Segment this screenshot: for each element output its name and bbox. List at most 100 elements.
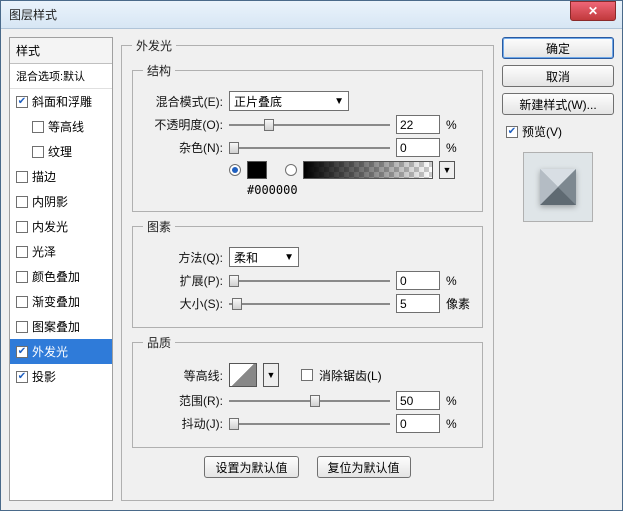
structure-legend: 结构 [143,62,175,79]
style-item-4[interactable]: 内阴影 [10,189,112,214]
blending-options-default[interactable]: 混合选项:默认 [10,64,112,89]
elements-group: 图素 方法(Q): 柔和 ▼ 扩展(P): 0 % [132,218,483,328]
antialias-checkbox[interactable] [301,369,313,381]
noise-field[interactable]: 0 [396,138,440,157]
range-label: 范围(R): [143,392,223,409]
reset-default-button[interactable]: 复位为默认值 [317,456,411,478]
style-checkbox[interactable] [16,96,28,108]
style-checkbox[interactable] [16,271,28,283]
style-item-1[interactable]: 等高线 [10,114,112,139]
close-icon: ✕ [588,4,598,18]
style-item-10[interactable]: 外发光 [10,339,112,364]
size-label: 大小(S): [143,295,223,312]
spread-slider[interactable] [229,273,390,289]
contour-swatch[interactable] [229,363,257,387]
noise-slider[interactable] [229,140,390,156]
style-label: 外发光 [32,343,68,360]
noise-unit: % [446,141,472,155]
elements-legend: 图素 [143,218,175,235]
close-button[interactable]: ✕ [570,1,616,21]
style-checkbox[interactable] [16,296,28,308]
style-checkbox[interactable] [32,121,44,133]
gradient-swatch[interactable] [303,161,433,179]
range-field[interactable]: 50 [396,391,440,410]
style-label: 内发光 [32,218,68,235]
style-checkbox[interactable] [16,246,28,258]
preview-thumbnail [523,152,593,222]
spread-field[interactable]: 0 [396,271,440,290]
style-checkbox[interactable] [32,146,44,158]
blend-mode-value: 正片叠底 [234,93,282,110]
style-item-3[interactable]: 描边 [10,164,112,189]
layer-style-dialog: 图层样式 ✕ 样式 混合选项:默认 斜面和浮雕等高线纹理描边内阴影内发光光泽颜色… [0,0,623,511]
contour-dropdown[interactable]: ▼ [263,363,279,387]
gradient-dropdown[interactable]: ▼ [439,161,455,179]
opacity-unit: % [446,118,472,132]
quality-group: 品质 等高线: ▼ 消除锯齿(L) 范围(R): 50 % [132,334,483,448]
style-item-8[interactable]: 渐变叠加 [10,289,112,314]
style-label: 渐变叠加 [32,293,80,310]
cancel-button[interactable]: 取消 [502,65,614,87]
titlebar: 图层样式 ✕ [1,1,622,29]
style-checkbox[interactable] [16,221,28,233]
blend-mode-combo[interactable]: 正片叠底 ▼ [229,91,349,111]
style-item-6[interactable]: 光泽 [10,239,112,264]
jitter-unit: % [446,417,472,431]
size-slider[interactable] [229,296,390,312]
contour-label: 等高线: [143,367,223,384]
jitter-field[interactable]: 0 [396,414,440,433]
make-default-button[interactable]: 设置为默认值 [204,456,298,478]
color-swatch[interactable] [247,161,267,179]
opacity-field[interactable]: 22 [396,115,440,134]
antialias-label: 消除锯齿(L) [319,367,382,384]
style-label: 等高线 [48,118,84,135]
blend-mode-label: 混合模式(E): [143,93,223,110]
size-unit: 像素 [446,295,472,312]
chevron-down-icon: ▼ [334,96,344,107]
style-checkbox[interactable] [16,196,28,208]
preview-label: 预览(V) [522,123,562,140]
style-item-2[interactable]: 纹理 [10,139,112,164]
jitter-slider[interactable] [229,416,390,432]
preview-icon [536,165,580,209]
style-label: 纹理 [48,143,72,160]
style-item-0[interactable]: 斜面和浮雕 [10,89,112,114]
style-label: 颜色叠加 [32,268,80,285]
style-checkbox[interactable] [16,346,28,358]
style-label: 投影 [32,368,56,385]
new-style-button[interactable]: 新建样式(W)... [502,93,614,115]
style-checkbox[interactable] [16,371,28,383]
opacity-slider[interactable] [229,117,390,133]
technique-value: 柔和 [234,249,258,266]
range-unit: % [446,394,472,408]
technique-combo[interactable]: 柔和 ▼ [229,247,299,267]
style-label: 光泽 [32,243,56,260]
spread-unit: % [446,274,472,288]
style-checkbox[interactable] [16,171,28,183]
style-item-11[interactable]: 投影 [10,364,112,389]
preview-checkbox[interactable] [506,126,518,138]
color-gradient-radio[interactable] [285,164,297,176]
right-button-panel: 确定 取消 新建样式(W)... 预览(V) [502,37,614,501]
style-label: 内阴影 [32,193,68,210]
outer-glow-legend: 外发光 [132,37,176,54]
style-item-7[interactable]: 颜色叠加 [10,264,112,289]
outer-glow-group: 外发光 结构 混合模式(E): 正片叠底 ▼ 不透明度(O): 22 [121,37,494,501]
color-solid-radio[interactable] [229,164,241,176]
style-label: 描边 [32,168,56,185]
technique-label: 方法(Q): [143,249,223,266]
style-checkbox[interactable] [16,321,28,333]
size-field[interactable]: 5 [396,294,440,313]
style-label: 图案叠加 [32,318,80,335]
spread-label: 扩展(P): [143,272,223,289]
styles-header: 样式 [10,38,112,64]
range-slider[interactable] [229,393,390,409]
quality-legend: 品质 [143,334,175,351]
styles-panel: 样式 混合选项:默认 斜面和浮雕等高线纹理描边内阴影内发光光泽颜色叠加渐变叠加图… [9,37,113,501]
noise-label: 杂色(N): [143,139,223,156]
style-item-5[interactable]: 内发光 [10,214,112,239]
chevron-down-icon: ▼ [284,252,294,263]
style-item-9[interactable]: 图案叠加 [10,314,112,339]
window-title: 图层样式 [9,6,570,23]
ok-button[interactable]: 确定 [502,37,614,59]
